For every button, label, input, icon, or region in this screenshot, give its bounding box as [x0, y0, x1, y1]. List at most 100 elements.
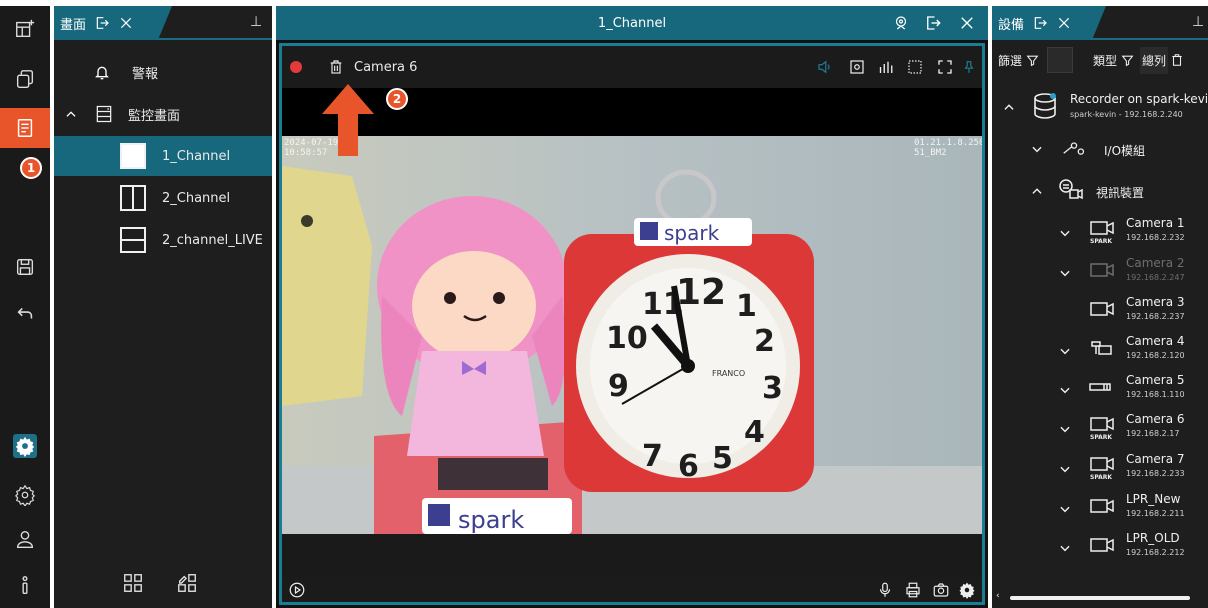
print-icon[interactable]	[904, 581, 922, 599]
copy-icon[interactable]	[8, 62, 42, 96]
io-module-row[interactable]: I/O模組	[992, 130, 1208, 168]
recorder-row[interactable]: Recorder on spark-kevin spark-kevin - 19…	[992, 88, 1208, 126]
tree-item-2-channel[interactable]: 2_Channel	[54, 178, 272, 218]
tree-item-alarm[interactable]: 警報	[54, 52, 272, 92]
fullscreen-icon[interactable]	[936, 58, 954, 76]
chevron-down-icon[interactable]	[1058, 502, 1072, 516]
box-camera-icon	[1091, 341, 1112, 355]
device-row-lpr-old[interactable]: LPR_OLD 192.168.2.212	[992, 527, 1208, 565]
brand-label: SPARK	[1090, 434, 1113, 441]
screen-panel-tab[interactable]: 畫面	[54, 6, 158, 40]
chevron-down-icon[interactable]	[1058, 226, 1072, 240]
tree-item-label: 1_Channel	[162, 148, 231, 164]
edit-layout-icon[interactable]	[176, 572, 198, 594]
grid-layout-icon[interactable]	[122, 572, 144, 594]
microphone-icon[interactable]	[876, 581, 894, 599]
step-badge-2: 2	[386, 88, 408, 110]
camera-icon	[1090, 263, 1114, 277]
video-feed[interactable]: 12 1 2 3 4 5 6 7 9 10 11 FRANCO spark sp…	[282, 136, 982, 534]
snapshot-icon[interactable]	[848, 58, 866, 76]
chevron-up-icon[interactable]	[1030, 184, 1044, 198]
device-row-camera-7[interactable]: SPARK Camera 7 192.168.2.233	[992, 448, 1208, 486]
chevron-down-icon[interactable]	[1058, 266, 1072, 280]
select-region-icon[interactable]	[906, 58, 924, 76]
save-icon[interactable]	[8, 250, 42, 284]
info-icon[interactable]	[8, 568, 42, 602]
scrollbar-thumb[interactable]	[1010, 596, 1190, 600]
popout-icon[interactable]	[94, 15, 110, 31]
system-settings-icon[interactable]	[8, 478, 42, 512]
device-row-camera-2[interactable]: Camera 2 192.168.2.247	[992, 252, 1208, 290]
filter-label: 篩選	[998, 53, 1023, 68]
brand-label: SPARK	[1090, 238, 1113, 245]
tree-item-label: 2_channel_LIVE	[162, 232, 263, 248]
chevron-down-icon[interactable]	[1058, 344, 1072, 358]
record-indicator	[290, 61, 302, 73]
video-devices-row[interactable]: 視訊裝置	[992, 172, 1208, 210]
tree-item-monitor-views[interactable]: 監控畫面	[54, 94, 272, 134]
device-ip: 192.168.2.212	[1126, 548, 1185, 557]
type-filter-icon[interactable]	[1121, 54, 1134, 67]
camera-capture-icon[interactable]	[932, 581, 950, 599]
add-layout-icon[interactable]	[8, 12, 42, 46]
device-name: Camera 3	[1126, 295, 1185, 309]
pin-icon[interactable]	[962, 58, 976, 76]
device-row-camera-4[interactable]: Camera 4 192.168.2.120	[992, 330, 1208, 368]
popout-icon[interactable]	[924, 14, 942, 32]
undo-icon[interactable]	[8, 296, 42, 330]
device-name: LPR_OLD	[1126, 531, 1180, 545]
device-row-camera-5[interactable]: Camera 5 192.168.1.110	[992, 369, 1208, 407]
app-window: 1 畫面 ⊥ 警報 監控畫面 1_Channel 2_Channel 2_cha…	[0, 0, 1208, 608]
chevron-down-icon[interactable]	[1058, 422, 1072, 436]
tree-item-1-channel[interactable]: 1_Channel	[54, 136, 272, 176]
play-icon[interactable]	[288, 581, 306, 599]
camera-tile[interactable]: Camera 6 12 1 2 3 4 5 6 7 9 10 11 FRANCO…	[279, 43, 985, 605]
settings-active-icon[interactable]	[13, 434, 37, 458]
total-label[interactable]: 總列	[1140, 46, 1169, 74]
tree-item-2-channel-live[interactable]: 2_channel_LIVE	[54, 220, 272, 260]
gear-icon[interactable]	[958, 581, 976, 599]
single-layout-icon	[120, 143, 146, 169]
chevron-down-icon[interactable]	[1058, 541, 1072, 555]
trash-icon[interactable]	[1170, 52, 1184, 68]
user-icon[interactable]	[8, 522, 42, 556]
device-row-camera-6[interactable]: SPARK Camera 6 192.168.2.17	[992, 408, 1208, 446]
list-icon	[96, 105, 112, 123]
chevron-up-icon[interactable]	[1002, 100, 1016, 114]
chevron-down-icon[interactable]	[1058, 462, 1072, 476]
device-ip: 192.168.2.120	[1126, 351, 1185, 360]
svg-text:3: 3	[762, 371, 783, 406]
device-row-lpr-new[interactable]: LPR_New 192.168.2.211	[992, 488, 1208, 526]
pin-icon[interactable]: ⊥	[1192, 14, 1204, 30]
audio-icon[interactable]	[816, 58, 834, 76]
ptz-icon[interactable]	[892, 14, 910, 32]
chevron-down-icon[interactable]	[1058, 383, 1072, 397]
device-row-camera-1[interactable]: SPARK Camera 1 192.168.2.232	[992, 212, 1208, 250]
close-icon[interactable]	[958, 14, 976, 32]
close-icon[interactable]	[1056, 15, 1072, 31]
scroll-left-icon[interactable]: ‹	[996, 591, 1000, 601]
horizontal-scrollbar[interactable]: ‹	[996, 591, 1204, 602]
view-panel: 1_Channel Camera 6 12 1 2 3 4 5 6 7 9 10…	[276, 6, 988, 608]
signal-icon[interactable]	[876, 58, 894, 76]
tab-edge	[1092, 6, 1106, 40]
trash-icon[interactable]	[328, 59, 344, 75]
device-name: Camera 6	[1126, 412, 1185, 426]
clock-brand-text: FRANCO	[712, 369, 745, 378]
recorder-icon	[1034, 93, 1056, 119]
popout-icon[interactable]	[1032, 15, 1048, 31]
filter-icon[interactable]	[1026, 54, 1039, 67]
device-panel-tab[interactable]: 設備	[992, 6, 1092, 40]
chevron-down-icon[interactable]	[1030, 142, 1044, 156]
svg-text:2: 2	[754, 324, 775, 359]
camera-icon	[1090, 457, 1114, 471]
filter-input[interactable]	[1047, 47, 1074, 73]
bullet-camera-icon	[1089, 383, 1111, 391]
close-icon[interactable]	[118, 15, 134, 31]
device-row-camera-3[interactable]: Camera 3 192.168.2.237	[992, 291, 1208, 329]
io-module-icon	[1063, 142, 1085, 155]
chevron-up-icon[interactable]	[64, 107, 78, 121]
device-ip: 192.168.2.233	[1126, 469, 1185, 478]
pin-icon[interactable]: ⊥	[250, 14, 262, 30]
screen-panel-icon[interactable]	[0, 108, 50, 148]
